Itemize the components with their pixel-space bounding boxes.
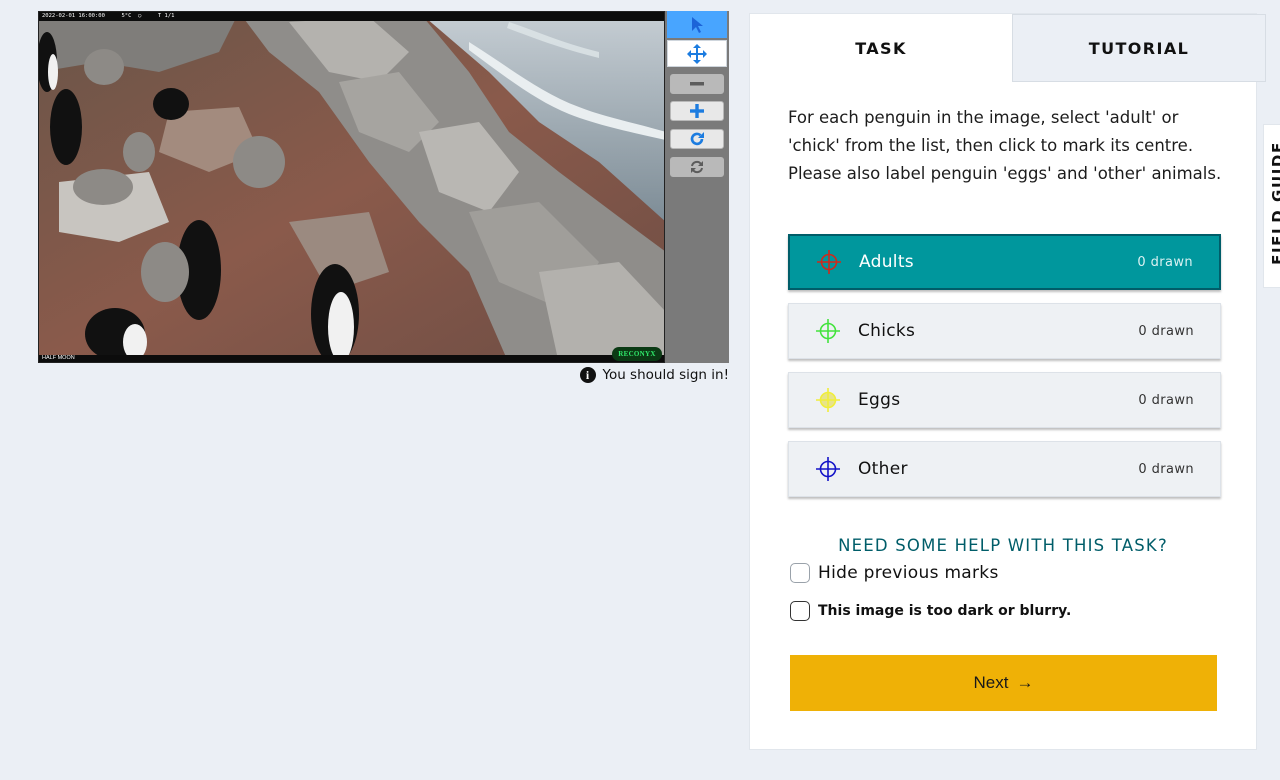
rotate-icon <box>690 132 704 146</box>
choice-other[interactable]: Other 0 drawn <box>788 441 1221 497</box>
choice-count: 0 drawn <box>1138 392 1194 408</box>
crosshair-icon <box>815 318 841 344</box>
signin-notice: i You should sign in! <box>579 367 730 383</box>
choice-eggs[interactable]: Eggs 0 drawn <box>788 372 1221 428</box>
image-footer-strip: HALF MOON <box>39 355 664 362</box>
tab-tutorial[interactable]: TUTORIAL <box>1012 14 1266 82</box>
hide-marks-checkbox[interactable] <box>790 563 810 583</box>
field-guide-label: FIELD GUIDE <box>1269 141 1280 265</box>
plus-icon <box>690 104 704 118</box>
rotate-button[interactable] <box>670 129 724 149</box>
signin-text: You should sign in! <box>602 367 730 383</box>
penguin-colony-photo <box>39 12 664 362</box>
choice-count: 0 drawn <box>1137 254 1193 270</box>
choice-count: 0 drawn <box>1138 461 1194 477</box>
pointer-tool[interactable] <box>667 11 727 38</box>
too-dark-checkbox-row[interactable]: This image is too dark or blurry. <box>790 601 1071 621</box>
minus-icon <box>690 82 704 86</box>
task-instructions: For each penguin in the image, select 'a… <box>788 108 1222 183</box>
next-button-label: Next <box>973 673 1009 692</box>
arrow-right-icon: → <box>1016 673 1034 692</box>
camera-brand-logo: RECONYX <box>612 347 662 361</box>
task-help-link[interactable]: NEED SOME HELP WITH THIS TASK? <box>750 536 1256 555</box>
subject-viewer: 2022-02-01 16:00:00 5°C ○ T 1/1 HALF MOO… <box>38 11 729 363</box>
image-timestamp: 2022-02-01 16:00:00 5°C ○ T 1/1 <box>39 12 664 21</box>
tool-choice-list: Adults 0 drawn Chicks 0 drawn Eggs 0 dra… <box>788 234 1221 510</box>
move-tool[interactable] <box>667 40 727 67</box>
too-dark-label: This image is too dark or blurry. <box>818 603 1072 619</box>
choice-label: Eggs <box>858 390 901 410</box>
reset-button[interactable] <box>670 157 724 177</box>
task-panel: TASK TUTORIAL For each penguin in the im… <box>749 13 1266 750</box>
tab-task[interactable]: TASK <box>750 14 1012 82</box>
choice-label: Adults <box>859 252 914 272</box>
egg-marker-icon <box>815 387 841 413</box>
field-guide-tab[interactable]: FIELD GUIDE <box>1263 124 1280 288</box>
refresh-icon <box>691 160 703 174</box>
zoom-out-button[interactable] <box>670 74 724 94</box>
hide-marks-label: Hide previous marks <box>818 563 999 583</box>
next-button[interactable]: Next → <box>790 655 1217 711</box>
crosshair-icon <box>815 456 841 482</box>
zoom-in-button[interactable] <box>670 101 724 121</box>
arrow-pointer-icon <box>692 16 703 33</box>
crosshair-icon <box>816 249 842 275</box>
info-icon: i <box>579 367 596 383</box>
subject-image[interactable]: 2022-02-01 16:00:00 5°C ○ T 1/1 HALF MOO… <box>38 11 665 363</box>
image-toolbar <box>665 11 729 363</box>
camera-name: HALF MOON <box>42 355 75 361</box>
choice-label: Chicks <box>858 321 916 341</box>
too-dark-checkbox[interactable] <box>790 601 810 621</box>
choice-count: 0 drawn <box>1138 323 1194 339</box>
choice-chicks[interactable]: Chicks 0 drawn <box>788 303 1221 359</box>
task-tabs: TASK TUTORIAL <box>750 14 1266 82</box>
four-way-arrows-icon <box>687 43 707 64</box>
choice-adults[interactable]: Adults 0 drawn <box>788 234 1221 290</box>
choice-label: Other <box>858 459 908 479</box>
hide-marks-checkbox-row[interactable]: Hide previous marks <box>790 563 999 583</box>
